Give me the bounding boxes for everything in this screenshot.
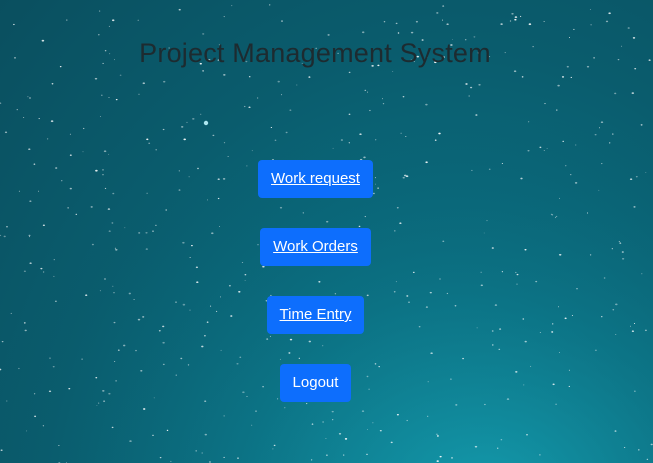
page-title: Project Management System bbox=[139, 38, 491, 68]
logout-button[interactable]: Logout bbox=[279, 364, 352, 402]
work-orders-button[interactable]: Work Orders bbox=[260, 228, 371, 266]
main-content: Project Management System Work request W… bbox=[0, 0, 653, 463]
time-entry-button[interactable]: Time Entry bbox=[266, 296, 365, 334]
work-request-button[interactable]: Work request bbox=[258, 160, 373, 198]
navigation-menu: Work request Work Orders Time Entry Logo… bbox=[0, 160, 631, 432]
